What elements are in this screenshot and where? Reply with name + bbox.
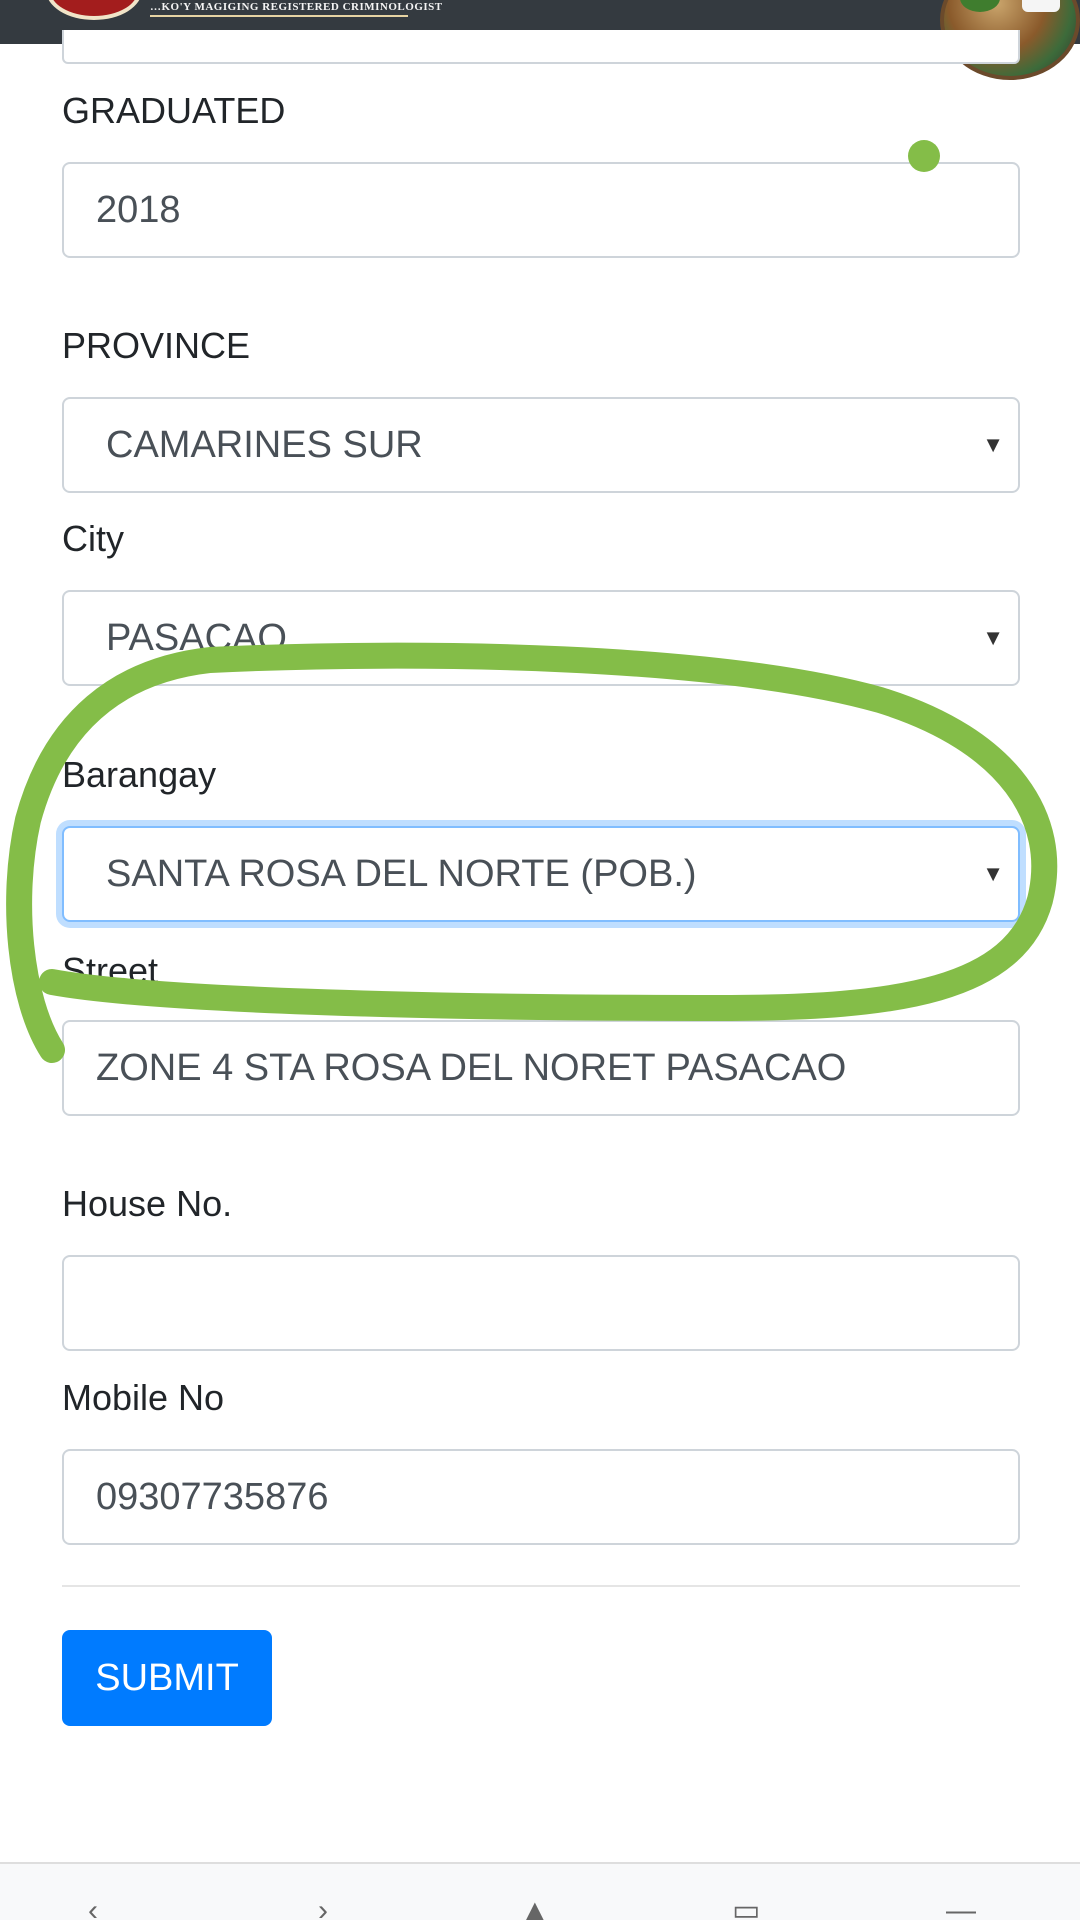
graduated-label: GRADUATED (62, 90, 286, 131)
avatar-plant (960, 0, 1000, 12)
avatar-shirt (1022, 0, 1060, 12)
mobile-no-value: 09307735876 (96, 1475, 329, 1518)
banner-underline (150, 15, 408, 17)
barangay-select[interactable]: SANTA ROSA DEL NORTE (POB.) ▼ (62, 826, 1020, 922)
street-value: ZONE 4 STA ROSA DEL NORET PASACAO (96, 1046, 847, 1089)
chevron-down-icon: ▼ (982, 625, 1004, 650)
back-icon[interactable]: ‹ (88, 1896, 98, 1920)
city-value: PASACAO (106, 616, 287, 659)
mobile-no-label: Mobile No (62, 1377, 225, 1418)
previous-field[interactable] (62, 30, 1020, 64)
tabs-icon[interactable]: ▭ (732, 1896, 760, 1920)
house-no-label: House No. (62, 1183, 233, 1224)
menu-icon[interactable]: — (946, 1896, 976, 1920)
city-label: City (62, 518, 124, 559)
province-select[interactable]: CAMARINES SUR ▼ (62, 397, 1020, 493)
chevron-down-icon: ▼ (982, 861, 1004, 886)
barangay-label: Barangay (62, 754, 217, 795)
graduated-input[interactable]: 2018 (62, 162, 1020, 258)
street-input[interactable]: ZONE 4 STA ROSA DEL NORET PASACAO (62, 1020, 1020, 1116)
home-icon[interactable]: ▲ (520, 1896, 550, 1920)
barangay-value: SANTA ROSA DEL NORTE (POB.) (106, 852, 697, 895)
province-value: CAMARINES SUR (106, 423, 423, 466)
street-label: Street (62, 950, 159, 991)
logo-seal (46, 0, 142, 20)
province-label: PROVINCE (62, 325, 251, 366)
city-select[interactable]: PASACAO ▼ (62, 590, 1020, 686)
browser-bottom-bar: ‹ › ▲ ▭ — (0, 1862, 1080, 1920)
annotation-dot (908, 140, 940, 172)
house-no-input[interactable] (62, 1255, 1020, 1351)
banner-text: …KO'Y MAGIGING REGISTERED CRIMINOLOGIST (150, 1, 443, 13)
mobile-no-input[interactable]: 09307735876 (62, 1449, 1020, 1545)
forward-icon[interactable]: › (318, 1896, 328, 1920)
chevron-down-icon: ▼ (982, 432, 1004, 457)
graduated-value: 2018 (96, 188, 181, 231)
submit-button[interactable]: SUBMIT (62, 1630, 272, 1726)
form-divider (62, 1585, 1020, 1587)
